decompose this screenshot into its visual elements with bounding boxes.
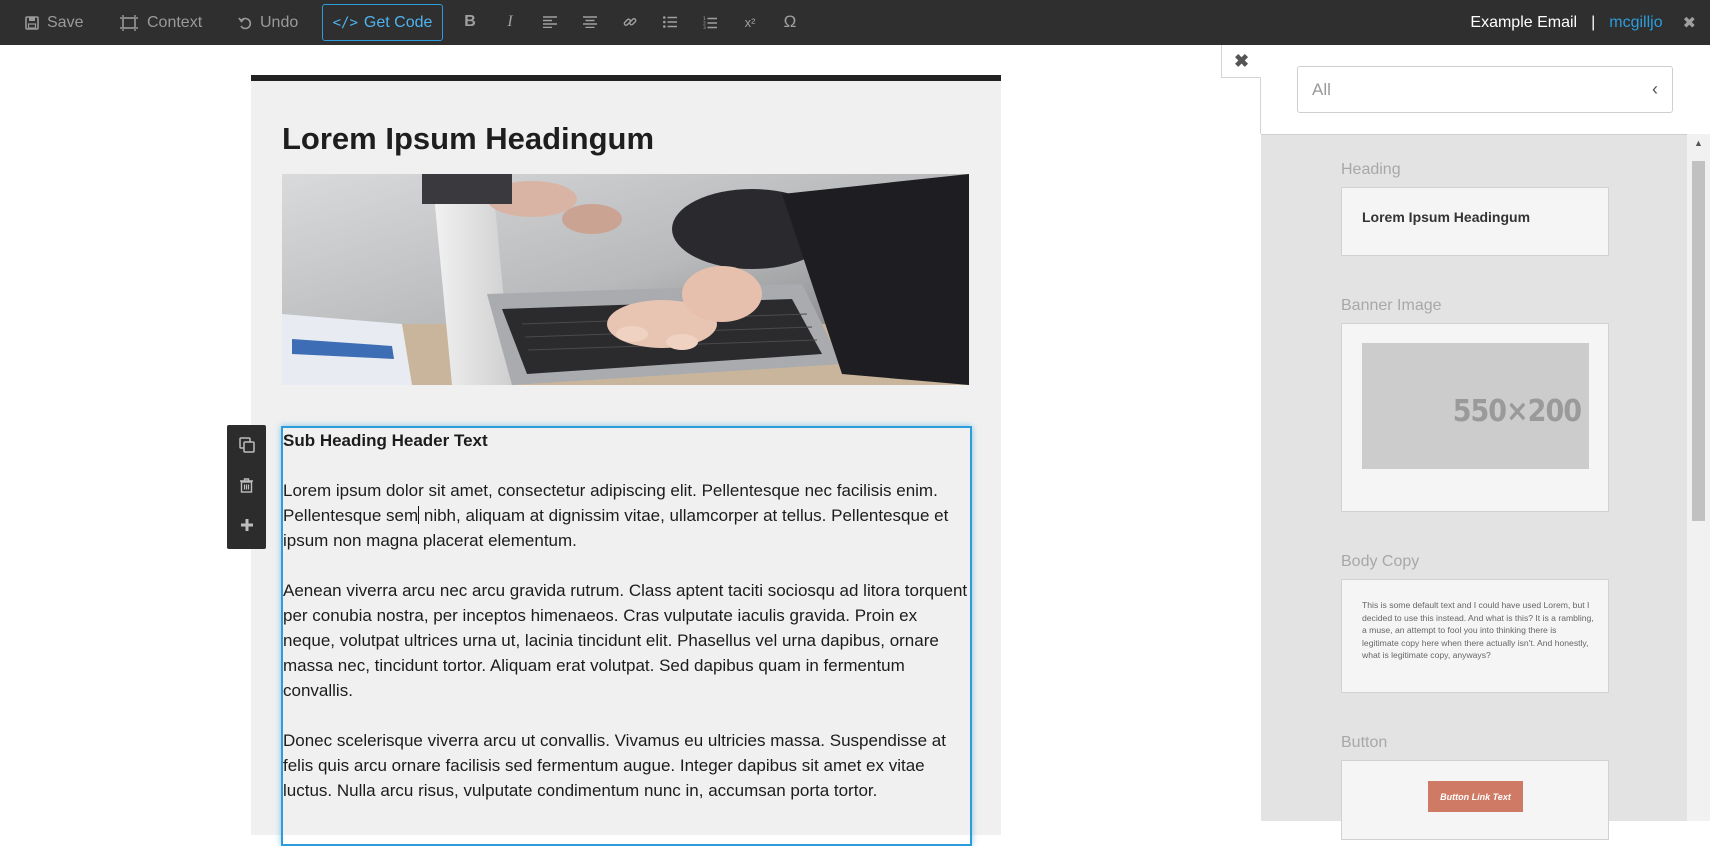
body-copy-block-selected[interactable]: Sub Heading Header Text Lorem ipsum dolo… <box>281 426 972 846</box>
link-button[interactable] <box>615 8 645 36</box>
delete-block-button[interactable] <box>227 465 266 505</box>
panel-scrollbar[interactable]: ▲ <box>1687 134 1710 821</box>
email-heading[interactable]: Lorem Ipsum Headingum <box>282 121 654 157</box>
sub-heading: Sub Heading Header Text <box>283 431 488 450</box>
align-center-icon <box>583 16 597 28</box>
bullet-list-icon <box>663 16 677 28</box>
undo-button[interactable]: Undo <box>238 0 298 45</box>
svg-text:3: 3 <box>703 25 706 29</box>
title-separator: | <box>1591 13 1596 31</box>
close-editor-icon[interactable]: ✖ <box>1683 13 1696 33</box>
get-code-label: Get Code <box>363 13 433 31</box>
code-icon: </> <box>332 14 358 31</box>
align-center-button[interactable] <box>575 8 605 36</box>
superscript-button[interactable]: x² <box>735 8 765 36</box>
body-copy-content[interactable]: Sub Heading Header Text Lorem ipsum dolo… <box>283 428 971 828</box>
panel-divider <box>1260 78 1261 134</box>
numbered-list-icon: 123 <box>703 16 717 29</box>
body-paragraph: Aenean viverra arcu nec arcu gravida rut… <box>283 581 968 700</box>
bullet-list-button[interactable] <box>655 8 685 36</box>
align-left-button[interactable] <box>535 8 565 36</box>
save-icon <box>25 15 39 30</box>
category-label-body: Body Copy <box>1341 553 1420 570</box>
body-paragraph: Donec scelerisque viverra arcu ut conval… <box>283 731 946 800</box>
chevron-left-icon: ‹ <box>1652 79 1658 99</box>
copy-icon <box>238 437 255 453</box>
special-char-button[interactable]: Ω <box>775 8 805 36</box>
toolbar-right: Example Email | mcgilljo ✖ <box>1470 0 1710 45</box>
italic-icon: I <box>507 13 513 30</box>
save-button[interactable]: Save <box>25 0 83 45</box>
bold-button[interactable]: B <box>455 8 485 36</box>
align-left-icon <box>543 16 557 28</box>
document-title: Example Email <box>1470 13 1578 31</box>
context-label: Context <box>147 13 203 31</box>
context-button[interactable]: Context <box>119 0 202 45</box>
filter-value: All <box>1312 79 1331 99</box>
banner-image[interactable] <box>282 174 969 385</box>
block-filter-select[interactable]: All ‹ <box>1297 66 1673 113</box>
scroll-up-arrow-icon[interactable]: ▲ <box>1687 136 1710 150</box>
category-label-heading: Heading <box>1341 161 1401 178</box>
close-panel-button[interactable]: ✖ <box>1221 45 1261 78</box>
heading-block-card[interactable]: Lorem Ipsum Headingum <box>1341 187 1609 256</box>
close-icon: ✖ <box>1233 50 1250 71</box>
body-copy-preview-text: This is some default text and I could ha… <box>1362 600 1594 661</box>
plus-icon <box>240 519 253 531</box>
category-label-button: Button <box>1341 734 1388 751</box>
image-placeholder: 550×200 <box>1362 343 1589 469</box>
undo-label: Undo <box>260 13 299 31</box>
context-icon <box>119 14 139 31</box>
placeholder-size-text: 550×200 <box>1452 394 1582 429</box>
banner-image-block-card[interactable]: 550×200 <box>1341 323 1609 512</box>
body-copy-block-card[interactable]: This is some default text and I could ha… <box>1341 579 1609 693</box>
omega-icon: Ω <box>783 12 797 31</box>
category-label-banner: Banner Image <box>1341 297 1442 314</box>
get-code-button[interactable]: </> Get Code <box>322 4 443 41</box>
heading-preview-text: Lorem Ipsum Headingum <box>1362 209 1531 225</box>
numbered-list-button[interactable]: 123 <box>695 8 725 36</box>
bold-icon: B <box>464 13 476 30</box>
add-block-button[interactable] <box>227 505 266 545</box>
save-label: Save <box>47 13 84 31</box>
username-link[interactable]: mcgilljo <box>1609 14 1662 32</box>
superscript-icon: x² <box>744 14 756 30</box>
duplicate-block-button[interactable] <box>227 425 266 465</box>
button-block-card[interactable]: Button Link Text <box>1341 760 1609 840</box>
scroll-thumb[interactable] <box>1692 161 1705 521</box>
body-paragraph: Lorem ipsum dolor sit amet, consectetur … <box>283 481 949 550</box>
trash-icon <box>240 477 253 493</box>
email-canvas: Lorem Ipsum Headingum Sub Heading Header… <box>251 75 1001 846</box>
italic-button[interactable]: I <box>495 8 525 36</box>
link-icon <box>623 18 637 26</box>
undo-icon <box>238 16 252 30</box>
block-action-bar <box>227 425 266 549</box>
top-toolbar: Save Context Undo </> Get Code B I 123 x… <box>0 0 1710 45</box>
button-preview: Button Link Text <box>1428 781 1523 812</box>
